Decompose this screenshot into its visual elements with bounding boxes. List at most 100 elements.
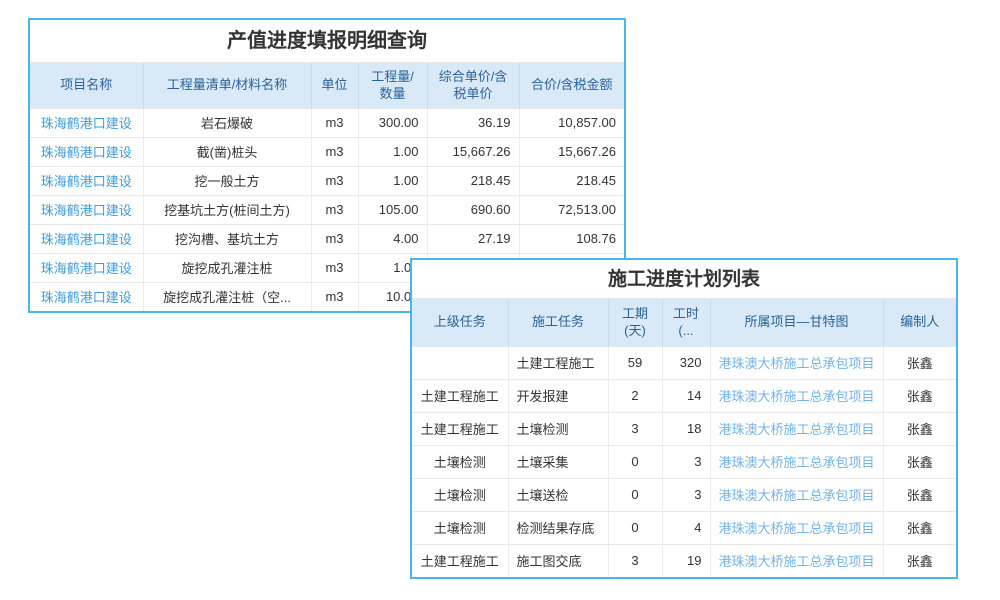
construction-task-cell: 开发报建 — [508, 379, 608, 412]
compiler-cell: 张鑫 — [883, 544, 956, 577]
output-table-title: 产值进度填报明细查询 — [30, 20, 624, 63]
table-row: 珠海鹤港口建设 挖一般土方 m3 1.00 218.45 218.45 — [30, 166, 624, 195]
unit-cell: m3 — [311, 108, 358, 137]
boq-name-cell: 挖基坑土方(桩间土方) — [143, 195, 311, 224]
work-hours-cell: 18 — [662, 412, 710, 445]
project-name-link[interactable]: 珠海鹤港口建设 — [41, 261, 132, 276]
project-gantt-link[interactable]: 港珠澳大桥施工总承包项目 — [719, 488, 875, 503]
table-row: 土壤检测 检测结果存底 0 4 港珠澳大桥施工总承包项目 张鑫 — [412, 511, 956, 544]
unit-cell: m3 — [311, 224, 358, 253]
project-gantt-link[interactable]: 港珠澳大桥施工总承包项目 — [719, 389, 875, 404]
parent-task-cell: 土壤检测 — [412, 511, 508, 544]
duration-cell: 59 — [608, 346, 662, 379]
boq-name-cell: 旋挖成孔灌注桩（空... — [143, 282, 311, 311]
project-gantt-link[interactable]: 港珠澳大桥施工总承包项目 — [719, 356, 875, 371]
compiler-cell: 张鑫 — [883, 346, 956, 379]
project-name-link[interactable]: 珠海鹤港口建设 — [41, 174, 132, 189]
total-price-cell: 108.76 — [519, 224, 624, 253]
parent-task-cell: 土建工程施工 — [412, 412, 508, 445]
duration-cell: 3 — [608, 412, 662, 445]
unit-cell: m3 — [311, 137, 358, 166]
work-hours-cell: 320 — [662, 346, 710, 379]
quantity-cell: 4.00 — [358, 224, 427, 253]
compiler-cell: 张鑫 — [883, 412, 956, 445]
construction-task-cell: 土壤送检 — [508, 478, 608, 511]
construction-task-cell: 检测结果存底 — [508, 511, 608, 544]
table-row: 土壤检测 土壤采集 0 3 港珠澳大桥施工总承包项目 张鑫 — [412, 445, 956, 478]
table-row: 土建工程施工 开发报建 2 14 港珠澳大桥施工总承包项目 张鑫 — [412, 379, 956, 412]
duration-cell: 2 — [608, 379, 662, 412]
work-hours-cell: 3 — [662, 478, 710, 511]
parent-task-cell: 土壤检测 — [412, 445, 508, 478]
work-hours-cell: 14 — [662, 379, 710, 412]
total-price-cell: 15,667.26 — [519, 137, 624, 166]
project-gantt-link[interactable]: 港珠澳大桥施工总承包项目 — [719, 422, 875, 437]
project-name-link[interactable]: 珠海鹤港口建设 — [41, 290, 132, 305]
project-gantt-link[interactable]: 港珠澳大桥施工总承包项目 — [719, 521, 875, 536]
table-row: 珠海鹤港口建设 挖沟槽、基坑土方 m3 4.00 27.19 108.76 — [30, 224, 624, 253]
col-header-compiler: 编制人 — [883, 299, 956, 346]
quantity-cell: 1.00 — [358, 137, 427, 166]
col-header-unit-price: 综合单价/含 税单价 — [427, 63, 519, 108]
col-header-boq-material-name: 工程量清单/材料名称 — [143, 63, 311, 108]
boq-name-cell: 挖一般土方 — [143, 166, 311, 195]
unit-price-cell: 27.19 — [427, 224, 519, 253]
unit-price-cell: 690.60 — [427, 195, 519, 224]
col-header-construction-task: 施工任务 — [508, 299, 608, 346]
schedule-table-title: 施工进度计划列表 — [412, 260, 956, 299]
col-header-parent-task: 上级任务 — [412, 299, 508, 346]
unit-cell: m3 — [311, 253, 358, 282]
project-gantt-link[interactable]: 港珠澳大桥施工总承包项目 — [719, 455, 875, 470]
duration-cell: 0 — [608, 478, 662, 511]
boq-name-cell: 岩石爆破 — [143, 108, 311, 137]
table-row: 土建工程施工 土壤检测 3 18 港珠澳大桥施工总承包项目 张鑫 — [412, 412, 956, 445]
total-price-cell: 72,513.00 — [519, 195, 624, 224]
col-header-project-gantt: 所属项目—甘特图 — [710, 299, 883, 346]
total-price-cell: 10,857.00 — [519, 108, 624, 137]
work-hours-cell: 19 — [662, 544, 710, 577]
table-row: 珠海鹤港口建设 挖基坑土方(桩间土方) m3 105.00 690.60 72,… — [30, 195, 624, 224]
output-table-header-row: 项目名称 工程量清单/材料名称 单位 工程量/ 数量 综合单价/含 税单价 合价… — [30, 63, 624, 108]
duration-cell: 0 — [608, 511, 662, 544]
table-row: 土建工程施工 施工图交底 3 19 港珠澳大桥施工总承包项目 张鑫 — [412, 544, 956, 577]
project-name-link[interactable]: 珠海鹤港口建设 — [41, 116, 132, 131]
col-header-total-price: 合价/含税金额 — [519, 63, 624, 108]
unit-cell: m3 — [311, 195, 358, 224]
unit-cell: m3 — [311, 166, 358, 195]
quantity-cell: 300.00 — [358, 108, 427, 137]
unit-price-cell: 15,667.26 — [427, 137, 519, 166]
quantity-cell: 1.00 — [358, 166, 427, 195]
work-hours-cell: 3 — [662, 445, 710, 478]
parent-task-cell: 土建工程施工 — [412, 544, 508, 577]
compiler-cell: 张鑫 — [883, 478, 956, 511]
construction-schedule-table: 上级任务 施工任务 工期 (天) 工时 (... 所属项目—甘特图 编制人 土建… — [412, 299, 956, 577]
parent-task-cell: 土建工程施工 — [412, 379, 508, 412]
compiler-cell: 张鑫 — [883, 379, 956, 412]
schedule-table-header-row: 上级任务 施工任务 工期 (天) 工时 (... 所属项目—甘特图 编制人 — [412, 299, 956, 346]
table-row: 土壤检测 土壤送检 0 3 港珠澳大桥施工总承包项目 张鑫 — [412, 478, 956, 511]
col-header-project-name: 项目名称 — [30, 63, 143, 108]
construction-task-cell: 土壤检测 — [508, 412, 608, 445]
construction-schedule-panel: 施工进度计划列表 上级任务 施工任务 工期 (天) 工时 (... 所属项目—甘… — [410, 258, 958, 579]
col-header-work-hours: 工时 (... — [662, 299, 710, 346]
project-name-link[interactable]: 珠海鹤港口建设 — [41, 145, 132, 160]
construction-task-cell: 施工图交底 — [508, 544, 608, 577]
construction-task-cell: 土建工程施工 — [508, 346, 608, 379]
compiler-cell: 张鑫 — [883, 445, 956, 478]
col-header-unit: 单位 — [311, 63, 358, 108]
compiler-cell: 张鑫 — [883, 511, 956, 544]
table-row: 土建工程施工 59 320 港珠澳大桥施工总承包项目 张鑫 — [412, 346, 956, 379]
boq-name-cell: 挖沟槽、基坑土方 — [143, 224, 311, 253]
duration-cell: 0 — [608, 445, 662, 478]
parent-task-cell: 土壤检测 — [412, 478, 508, 511]
project-gantt-link[interactable]: 港珠澳大桥施工总承包项目 — [719, 554, 875, 569]
construction-task-cell: 土壤采集 — [508, 445, 608, 478]
col-header-quantity: 工程量/ 数量 — [358, 63, 427, 108]
quantity-cell: 105.00 — [358, 195, 427, 224]
table-row: 珠海鹤港口建设 截(凿)桩头 m3 1.00 15,667.26 15,667.… — [30, 137, 624, 166]
boq-name-cell: 旋挖成孔灌注桩 — [143, 253, 311, 282]
project-name-link[interactable]: 珠海鹤港口建设 — [41, 203, 132, 218]
work-hours-cell: 4 — [662, 511, 710, 544]
col-header-duration-days: 工期 (天) — [608, 299, 662, 346]
project-name-link[interactable]: 珠海鹤港口建设 — [41, 232, 132, 247]
